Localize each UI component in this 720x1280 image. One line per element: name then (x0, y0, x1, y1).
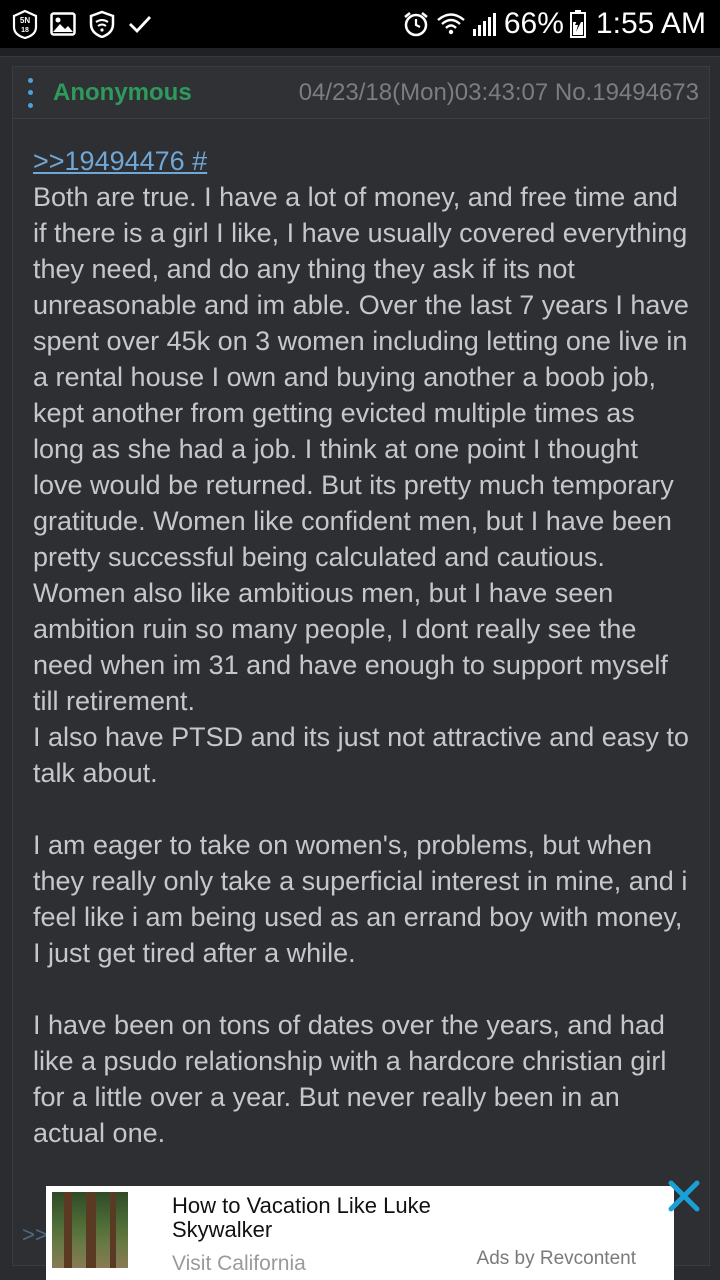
reply-post: Anonymous 04/23/18(Mon)03:43:07 No.19494… (12, 66, 710, 1266)
post-paragraph: I am eager to take on women's, problems,… (33, 830, 688, 968)
battery-icon (569, 10, 586, 38)
shield-icon (88, 10, 116, 38)
close-icon[interactable] (666, 1178, 702, 1214)
app-root: 5N 18 66% 1:55 AM Anonymous 04/23/18(Mon… (0, 0, 720, 1280)
ad-source: Visit California (172, 1252, 306, 1275)
post-paragraph: I also have PTSD and its just not attrac… (33, 722, 689, 788)
signal-icon (472, 11, 498, 37)
status-bar-right: 66% 1:55 AM (402, 7, 706, 41)
post-paragraph: I have been on tons of dates over the ye… (33, 1010, 667, 1148)
wifi-icon (436, 11, 466, 37)
post-menu-icon[interactable] (23, 77, 37, 108)
ad-title[interactable]: How to Vacation Like Luke Skywalker (172, 1194, 502, 1242)
image-icon (50, 12, 76, 36)
svg-text:5N: 5N (20, 16, 30, 25)
post-header: Anonymous 04/23/18(Mon)03:43:07 No.19494… (13, 67, 709, 119)
5n-badge-icon: 5N 18 (12, 9, 38, 39)
previous-post-edge (0, 48, 720, 57)
post-paragraph: Both are true. I have a lot of money, an… (33, 182, 689, 716)
status-bar-left: 5N 18 (12, 9, 164, 39)
clock: 1:55 AM (595, 7, 706, 40)
alarm-icon (402, 10, 430, 38)
ad-attribution[interactable]: Ads by Revcontent (477, 1248, 636, 1270)
post-body: >>19494476 # Both are true. I have a lot… (13, 119, 709, 1151)
poster-name: Anonymous (53, 78, 192, 106)
quote-link[interactable]: >>19494476 # (33, 143, 207, 179)
battery-percent: 66% (503, 7, 564, 40)
next-post-link[interactable]: >> (22, 1222, 48, 1248)
svg-text:18: 18 (21, 27, 29, 34)
ad-banner[interactable]: How to Vacation Like Luke Skywalker Visi… (46, 1186, 674, 1280)
ad-thumbnail[interactable] (52, 1192, 128, 1268)
check-icon (128, 14, 152, 34)
post-meta: 04/23/18(Mon)03:43:07 No.19494673 (298, 78, 699, 106)
status-bar: 5N 18 66% 1:55 AM (0, 0, 720, 48)
